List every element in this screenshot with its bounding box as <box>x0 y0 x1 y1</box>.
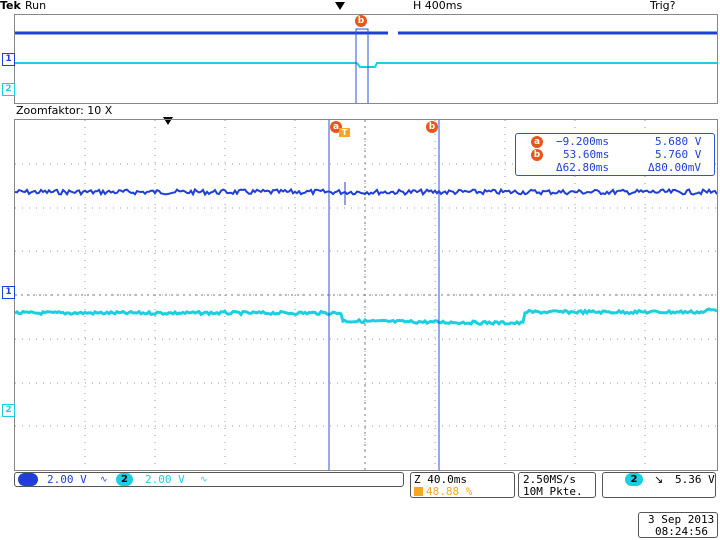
trigger-status: Trig? <box>650 0 676 12</box>
channel-scale-panel[interactable]: 1 2.00 V ∿ 2 2.00 V ∿ <box>14 472 404 487</box>
ch1-ground-indicator: 1 <box>2 286 15 299</box>
ch2-badge[interactable]: 2 <box>116 473 133 486</box>
readout-b-marker: b <box>531 149 543 161</box>
falling-edge-icon: ↘ <box>654 473 664 486</box>
ch2-bandwidth-icon: ∿ <box>200 475 208 485</box>
cursor-a-voltage: 5.680 V <box>655 135 702 148</box>
ch1-bandwidth-icon: ∿ <box>100 475 108 485</box>
ch2-trace <box>15 307 717 326</box>
trigger-level: 5.36 V <box>675 473 715 486</box>
datetime-panel: 3 Sep 2013 08:24:56 <box>638 512 718 538</box>
readout-a-marker: a <box>531 136 543 148</box>
zoom-factor-label: Zoomfaktor: 10 X <box>16 104 113 117</box>
zoom-timebase-panel[interactable]: Z 40.0ms 48.88 % <box>410 472 515 498</box>
cursor-b-voltage: 5.760 V <box>655 148 702 161</box>
overview-ch2-trace-b <box>356 62 717 68</box>
overview-cursor-b-marker[interactable]: b <box>355 15 367 27</box>
ch2-ground-indicator: 2 <box>2 404 15 417</box>
ch1-scale: 2.00 V <box>47 473 87 486</box>
trigger-position-icon <box>335 2 345 10</box>
cursor-delta-voltage: Δ80.00mV <box>648 161 701 174</box>
horizontal-scale: H 400ms <box>413 0 463 12</box>
brand-logo: Tek <box>0 0 21 12</box>
ch1-trace <box>15 187 717 197</box>
trigger-source-badge: 2 <box>625 473 643 486</box>
record-length: 10M Pkte. <box>523 485 583 498</box>
overview-ch1-indicator: 1 <box>2 53 15 66</box>
trigger-position-percent: 48.88 % <box>426 485 473 498</box>
overview-waveform-window[interactable] <box>14 14 718 104</box>
cursor-readout-panel: a −9.200ms 5.680 V b 53.60ms 5.760 V Δ62… <box>515 133 715 176</box>
time-display: 08:24:56 <box>655 525 708 538</box>
cursor-b-time: 53.60ms <box>563 148 610 161</box>
ch2-scale: 2.00 V <box>145 473 185 486</box>
acquisition-mode: Run <box>25 0 47 12</box>
acquisition-panel[interactable]: 2.50MS/s 10M Pkte. <box>518 472 596 498</box>
ch1-badge[interactable]: 1 <box>18 473 38 486</box>
trigger-position-badge <box>414 487 423 496</box>
trigger-panel[interactable]: 2 ↘ 5.36 V <box>602 472 716 498</box>
overview-ch2-indicator: 2 <box>2 83 15 96</box>
cursor-delta-time: Δ62.80ms <box>556 161 609 174</box>
overview-waveform-plot <box>15 28 717 103</box>
cursor-b-marker[interactable]: b <box>426 121 438 133</box>
zoom-trigger-marker: T <box>339 128 350 137</box>
cursor-a-time: −9.200ms <box>556 135 609 148</box>
